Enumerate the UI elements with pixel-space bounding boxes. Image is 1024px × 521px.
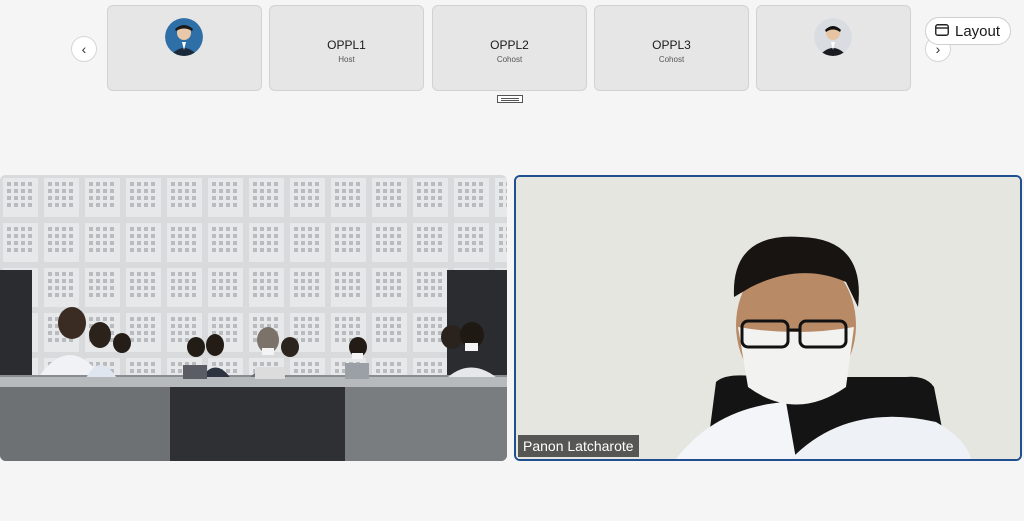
active-speaker-video: Panon Latcharote	[514, 175, 1022, 461]
layout-icon	[935, 23, 949, 40]
avatar	[165, 18, 203, 56]
participant-name: OPPL2	[490, 38, 529, 52]
participant-tile[interactable]: OPPL2 Cohost	[432, 5, 587, 91]
participant-tile[interactable]: OPPL3 Cohost	[594, 5, 749, 91]
participant-role: Host	[338, 55, 355, 64]
participant-tile[interactable]: OPPL1 Host	[269, 5, 424, 91]
conference-room-video	[0, 175, 507, 461]
chevron-left-icon[interactable]: ‹	[71, 36, 97, 62]
participant-role: Cohost	[496, 55, 523, 64]
participant-name: OPPL1	[327, 38, 366, 52]
strip-collapse-handle[interactable]	[497, 95, 523, 103]
avatar	[814, 18, 852, 56]
participant-role: Cohost	[658, 55, 685, 64]
participant-tile[interactable]	[756, 5, 911, 91]
layout-label: Layout	[955, 22, 1001, 40]
layout-button[interactable]: Layout	[925, 17, 1011, 45]
participant-strip: ‹ OPPL1 Host OPPL2 Cohost OPPL3 Cohost ›…	[0, 0, 1024, 110]
participant-name: OPPL3	[652, 38, 691, 52]
participant-tile[interactable]	[107, 5, 262, 91]
speaker-name-tag: Panon Latcharote	[518, 435, 639, 457]
